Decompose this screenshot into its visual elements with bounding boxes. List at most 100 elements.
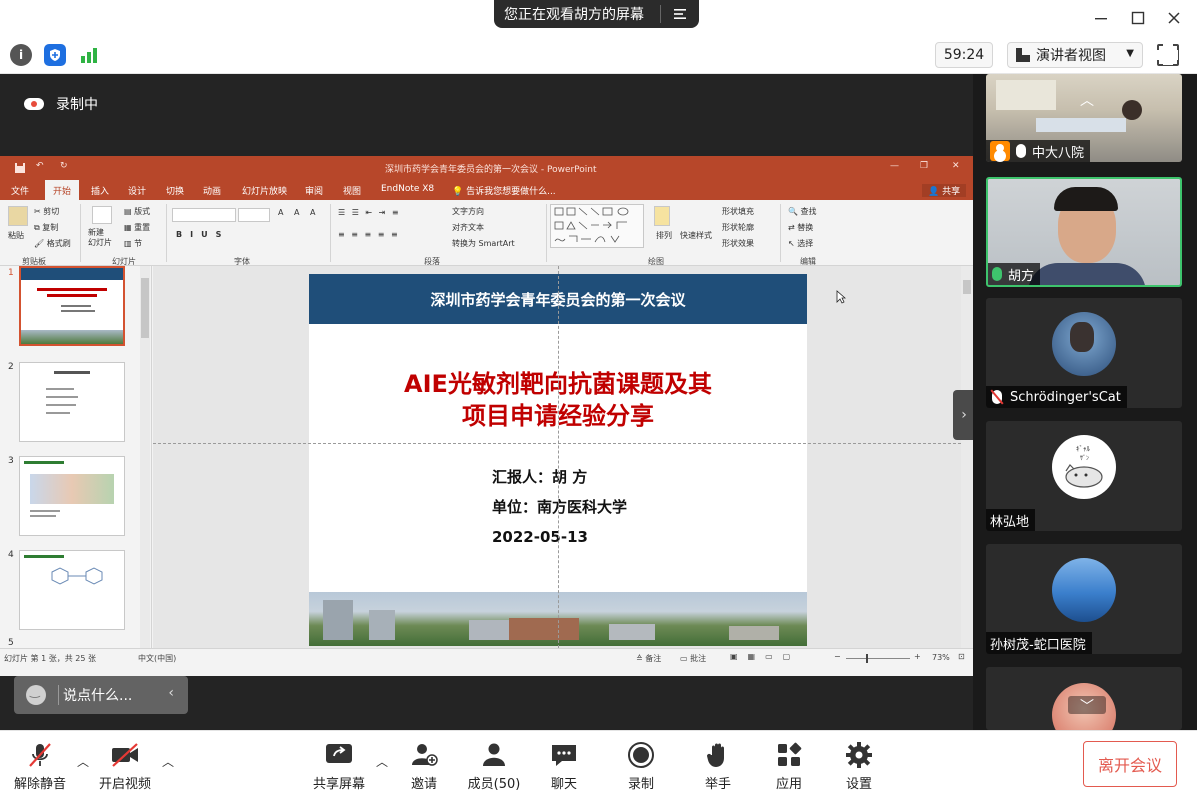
new-slide-button[interactable]: 新建 幻灯片 [88, 228, 112, 248]
slide-editing-canvas[interactable]: 深圳市药学会青年委员会的第一次会议 AIE光敏剂靶向抗菌课题及其 项目申请经验分… [153, 266, 961, 648]
chevron-left-icon[interactable]: ‹ [168, 685, 174, 701]
audio-options-chevron-up-icon[interactable]: ︿ [77, 753, 89, 770]
notes-button[interactable]: ≙ 备注 [636, 653, 661, 664]
thumbnail-scrollbar[interactable] [140, 266, 150, 648]
cut-button[interactable]: ✂ 剪切 [34, 206, 59, 217]
fullscreen-icon[interactable] [1156, 43, 1179, 66]
members-button[interactable]: 成员(50) [459, 741, 529, 793]
emoji-icon[interactable] [26, 684, 46, 705]
font-size-buttons[interactable]: A A A [278, 208, 320, 217]
view-buttons[interactable]: ▣▦▭▢ [730, 652, 800, 661]
tab-view[interactable]: 视图 [343, 184, 361, 197]
tab-review[interactable]: 审阅 [305, 184, 323, 197]
canvas-scrollbar[interactable] [961, 266, 973, 648]
copy-button[interactable]: ⧉ 复制 [34, 222, 58, 233]
list-buttons[interactable]: ☰ ☰ ⇤ ⇥ ≡ [338, 208, 401, 217]
tab-slideshow[interactable]: 幻灯片放映 [242, 184, 287, 197]
save-icon[interactable] [14, 162, 26, 174]
participant-tile[interactable]: 孙树茂-蛇口医院 [986, 544, 1182, 654]
redo-icon[interactable]: ↻ [60, 161, 68, 171]
share-screen-button[interactable]: 共享屏幕 [304, 741, 374, 793]
video-options-chevron-up-icon[interactable]: ︿ [162, 753, 174, 770]
font-size-field[interactable] [238, 208, 270, 222]
tab-animations[interactable]: 动画 [203, 184, 221, 197]
paste-button[interactable]: 粘贴 [8, 230, 24, 241]
tab-file[interactable]: 文件 [11, 184, 29, 197]
gallery-scroll-up-icon[interactable]: ︿ [1068, 90, 1106, 109]
ppt-restore-icon[interactable]: ❐ [920, 161, 928, 171]
tab-endnote[interactable]: EndNote X8 [381, 184, 434, 194]
banner-menu-icon[interactable] [672, 6, 688, 22]
raise-hand-button[interactable]: 举手 [683, 741, 753, 793]
scrollbar-thumb[interactable] [963, 280, 971, 294]
comment-input[interactable]: 说点什么... ‹ [14, 676, 188, 714]
tab-transitions[interactable]: 切换 [166, 184, 184, 197]
slide-thumbnail-3[interactable] [19, 456, 125, 536]
fit-slide-icon[interactable]: ⊡ [958, 652, 965, 661]
participant-tile-active[interactable]: 胡方 [986, 177, 1182, 287]
section-button[interactable]: ▥ 节 [124, 238, 142, 249]
minimize-icon[interactable] [1091, 8, 1111, 28]
shape-outline-button[interactable]: 形状轮廓 [722, 222, 754, 233]
arrange-button[interactable]: 排列 [656, 230, 672, 241]
share-options-chevron-up-icon[interactable]: ︿ [376, 753, 388, 770]
maximize-icon[interactable] [1128, 8, 1148, 28]
font-name-field[interactable] [172, 208, 236, 222]
find-button[interactable]: 🔍 查找 [788, 206, 817, 217]
zoom-slider[interactable] [846, 658, 910, 659]
close-icon[interactable] [1164, 8, 1184, 28]
security-shield-icon[interactable] [44, 44, 66, 66]
arrange-icon[interactable] [654, 206, 670, 226]
comments-button[interactable]: ▭ 批注 [680, 653, 706, 664]
ppt-share-button[interactable]: 👤 共享 [922, 184, 967, 197]
smartart-button[interactable]: 转换为 SmartArt [452, 238, 515, 249]
tab-home[interactable]: 开始 [45, 180, 80, 200]
gallery-scroll-down-icon[interactable]: ﹀ [1068, 696, 1106, 715]
replace-button[interactable]: ⇄ 替换 [788, 222, 813, 233]
chat-button[interactable]: 聊天 [529, 741, 599, 793]
ppt-close-icon[interactable]: ✕ [952, 161, 960, 171]
shape-fill-button[interactable]: 形状填充 [722, 206, 754, 217]
apps-button[interactable]: 应用 [754, 741, 824, 793]
undo-icon[interactable]: ↶ [36, 161, 44, 171]
participant-tile[interactable]: ｷﾞｬﾙ ｻﾞﾝ 林弘地 [986, 421, 1182, 531]
zoom-level[interactable]: 73% [932, 653, 950, 662]
collapse-gallery-button[interactable]: › [953, 390, 975, 440]
invite-button[interactable]: 邀请 [389, 741, 459, 793]
layout-button[interactable]: ▤ 版式 [124, 206, 150, 217]
view-mode-dropdown[interactable]: 演讲者视图 ▼ [1007, 42, 1143, 68]
slide-thumbnail-1[interactable] [19, 266, 125, 346]
start-video-button[interactable]: 开启视频 [90, 741, 160, 793]
zoom-slider-handle[interactable] [866, 654, 868, 663]
shape-effects-button[interactable]: 形状效果 [722, 238, 754, 249]
viewing-banner[interactable]: 您正在观看胡方的屏幕 [494, 0, 699, 28]
settings-button[interactable]: 设置 [824, 741, 894, 793]
paste-icon[interactable] [8, 206, 28, 226]
slide-thumbnail-4[interactable] [19, 550, 125, 630]
leave-meeting-button[interactable]: 离开会议 [1083, 741, 1177, 787]
tell-me-search[interactable]: 💡 告诉我您想要做什么... [452, 184, 556, 197]
slide-thumbnail-2[interactable] [19, 362, 125, 442]
zoom-out-icon[interactable]: − [834, 652, 841, 661]
quick-styles-button[interactable]: 快速样式 [680, 230, 712, 241]
reset-button[interactable]: ▦ 重置 [124, 222, 150, 233]
participant-tile[interactable]: 中大八院 [986, 74, 1182, 162]
record-button[interactable]: 录制 [606, 741, 676, 793]
network-signal-icon[interactable] [78, 44, 100, 66]
format-painter-button[interactable]: 🖌 格式刷 [34, 238, 71, 249]
info-icon[interactable]: i [10, 44, 32, 66]
new-slide-icon[interactable] [92, 206, 112, 224]
language-indicator[interactable]: 中文(中国) [138, 653, 176, 664]
scrollbar-thumb[interactable] [141, 278, 149, 338]
unmute-button[interactable]: 解除静音 [5, 741, 75, 793]
tab-insert[interactable]: 插入 [91, 184, 109, 197]
text-direction-button[interactable]: 文字方向 [452, 206, 484, 217]
align-buttons[interactable]: ≡ ≡ ≡ ≡ ≡ [338, 230, 400, 239]
align-text-button[interactable]: 对齐文本 [452, 222, 484, 233]
participant-tile[interactable]: Schrödinger'sCat [986, 298, 1182, 408]
shapes-gallery[interactable] [550, 204, 644, 248]
ppt-minimize-icon[interactable]: — [890, 161, 899, 171]
select-button[interactable]: ↖ 选择 [788, 238, 813, 249]
tab-design[interactable]: 设计 [128, 184, 146, 197]
zoom-in-icon[interactable]: + [914, 652, 921, 661]
